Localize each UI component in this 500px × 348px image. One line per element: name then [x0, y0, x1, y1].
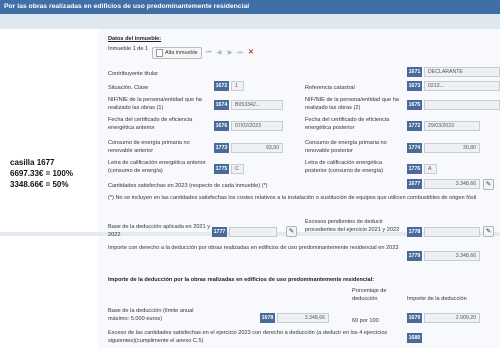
- header-stripe: [0, 14, 500, 29]
- nif2-label: NIF/NIE de la persona/entidad que ha rea…: [305, 97, 399, 111]
- referencia-label: Referencia catastral: [305, 85, 355, 91]
- page-header: Por las obras realizadas en edificios de…: [0, 0, 500, 14]
- contribuyente-field[interactable]: DECLARANTE: [424, 67, 500, 77]
- edit-base-aplicada-icon[interactable]: ✎: [286, 226, 297, 237]
- nif1-field[interactable]: B053342...: [231, 100, 283, 110]
- alta-inmueble-label: Alta inmueble: [165, 50, 198, 56]
- code-1673: 1673: [407, 81, 422, 91]
- code-1775: 1775: [214, 164, 229, 174]
- porcentaje-value: 60 por 100: [352, 318, 379, 324]
- edit-cantidades-icon[interactable]: ✎: [483, 179, 494, 190]
- consumo-anterior-field[interactable]: 93,50: [231, 143, 283, 153]
- casilla-title: casilla 1677: [10, 158, 55, 167]
- code-1680: 1680: [407, 333, 422, 343]
- consumo-anterior-label: Consumo de energía primaria no renovable…: [108, 140, 190, 154]
- code-1676: 1676: [214, 121, 229, 131]
- consumo-posterior-label: Consumo de energía primaria no renovable…: [305, 140, 387, 154]
- add-document-icon: [156, 49, 163, 57]
- cantidades-field[interactable]: 3.348,66: [424, 179, 480, 189]
- casilla-line-1: 6697.33€ = 100%: [10, 169, 73, 178]
- fecha-posterior-label: Fecha del certificado de eficiencia ener…: [305, 117, 390, 131]
- situacion-label: Situación. Clave: [108, 85, 149, 91]
- importe-deduccion-field[interactable]: 2.009,20: [424, 313, 480, 323]
- first-record-icon[interactable]: ⏮: [205, 49, 213, 57]
- alta-inmueble-button[interactable]: Alta inmueble: [152, 47, 202, 59]
- previous-record-icon[interactable]: ◀: [215, 49, 223, 57]
- code-1679: 1679: [407, 313, 422, 323]
- code-1778: 1778: [407, 227, 422, 237]
- letra-posterior-field[interactable]: A: [424, 164, 437, 174]
- code-1773: 1773: [214, 143, 229, 153]
- base-aplicada-label: Base de la deducción aplicada en 2021 y …: [108, 224, 211, 238]
- letra-posterior-label: Letra de calificación energética posteri…: [305, 160, 384, 174]
- importe-derecho-field[interactable]: 3.348,66: [424, 251, 480, 261]
- code-1772: 1772: [407, 121, 422, 131]
- code-1671: 1671: [407, 67, 422, 77]
- code-1672: 1672: [214, 81, 229, 91]
- fecha-anterior-label: Fecha del certificado de eficiencia ener…: [108, 117, 193, 131]
- inmueble-section-title: Datos del inmueble:: [108, 36, 162, 42]
- code-1674: 1674: [214, 100, 229, 110]
- last-record-icon[interactable]: ⏭: [236, 49, 244, 57]
- consumo-posterior-field[interactable]: 30,80: [424, 143, 480, 153]
- fosil-note: (*) No se incluyen en las cantidades sat…: [108, 195, 477, 201]
- edit-excesos-icon[interactable]: ✎: [483, 226, 494, 237]
- base-deduccion-field[interactable]: 3.348,66: [277, 313, 329, 323]
- contribuyente-label: Contribuyente titular: [108, 71, 159, 77]
- cantidades-label: Cantidades satisfechas en 2023 (respecto…: [108, 183, 268, 189]
- importe-derecho-label: Importe con derecho a la deducción por o…: [108, 245, 399, 251]
- base-deduccion-label: Base de la deducción (límite anual máxim…: [108, 308, 194, 322]
- next-record-icon[interactable]: ▶: [226, 49, 234, 57]
- base-aplicada-field[interactable]: [229, 227, 277, 237]
- code-1777: 1777: [212, 227, 227, 237]
- inmueble-counter: Inmueble 1 de 1: [108, 46, 149, 52]
- nif2-field[interactable]: [424, 100, 500, 110]
- importe-section-title: Importe de la deducción por la obras rea…: [108, 277, 375, 283]
- excesos-label: Excesos pendientes de deducir procedente…: [305, 219, 400, 233]
- code-1675: 1675: [407, 100, 422, 110]
- letra-anterior-field[interactable]: C: [231, 164, 244, 174]
- delete-record-icon[interactable]: ✕: [248, 49, 254, 57]
- code-1677: 1677: [407, 179, 422, 189]
- situacion-field[interactable]: 1: [231, 81, 244, 91]
- excesos-field[interactable]: [424, 227, 480, 237]
- casilla-line-2: 3348.66€ = 50%: [10, 180, 69, 189]
- letra-anterior-label: Letra de calificación energética anterio…: [108, 160, 206, 174]
- fecha-anterior-field[interactable]: 07/02/2023: [231, 121, 283, 131]
- porcentaje-column-header: Porcentaje de deducción: [352, 288, 387, 302]
- code-1776: 1776: [407, 164, 422, 174]
- code-1774: 1774: [407, 143, 422, 153]
- fecha-posterior-field[interactable]: 29/03/2023: [424, 121, 480, 131]
- nif1-label: NIF/NIE de la persona/entidad que ha rea…: [108, 97, 202, 111]
- code-1678: 1678: [260, 313, 275, 323]
- referencia-field[interactable]: 0213...: [424, 81, 500, 91]
- casilla-summary: casilla 1677 6697.33€ = 100% 3348.66€ = …: [10, 157, 73, 190]
- exceso-ejercicio-label: Exceso de las cantidades satisfechas en …: [108, 330, 388, 344]
- importe-column-header: Importe de la deducción: [407, 296, 467, 302]
- code-1779: 1779: [407, 251, 422, 261]
